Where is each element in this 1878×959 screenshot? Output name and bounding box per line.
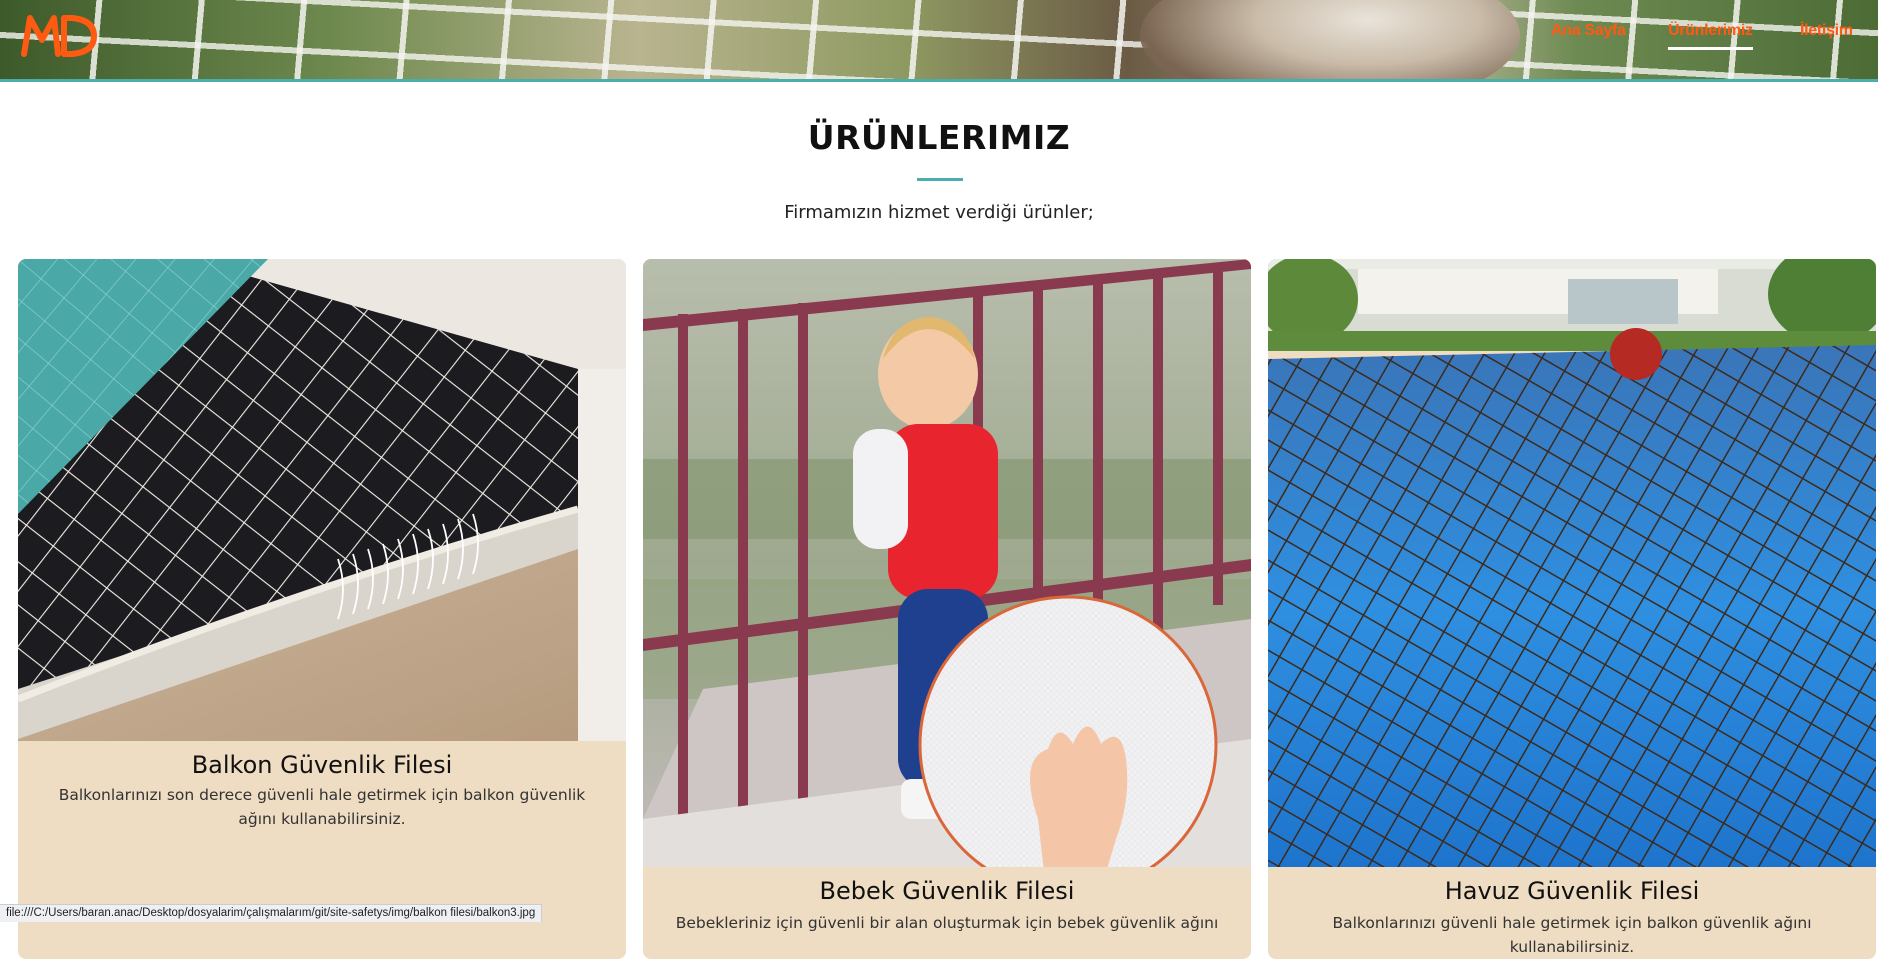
logo[interactable] — [20, 10, 100, 60]
product-title: Havuz Güvenlik Filesi — [1444, 877, 1700, 905]
baby-net-photo — [643, 259, 1251, 867]
product-title: Bebek Güvenlik Filesi — [819, 877, 1075, 905]
browser-status-url: file:///C:/Users/baran.anac/Desktop/dosy… — [0, 904, 543, 922]
product-card-balkon[interactable]: Balkon Güvenlik Filesi Balkonlarınızı so… — [18, 259, 626, 959]
balcony-net-photo — [18, 259, 626, 741]
header-banner: Ana Sayfa Ürünlerimiz İletişim — [0, 0, 1878, 82]
header-cat-image — [1140, 0, 1520, 82]
product-title: Balkon Güvenlik Filesi — [191, 751, 453, 779]
product-card-havuz[interactable]: Havuz Güvenlik Filesi Balkonlarınızı güv… — [1268, 259, 1876, 959]
nav-iletisim[interactable]: İletişim — [1800, 22, 1853, 40]
nav-ana-sayfa[interactable]: Ana Sayfa — [1551, 22, 1626, 40]
header-net-pattern — [0, 0, 1878, 82]
product-description: Balkonlarınızı son derece güvenli hale g… — [58, 786, 586, 828]
product-description: Bebekleriniz için güvenli bir alan oluşt… — [675, 914, 1219, 932]
section-subtitle: Firmamızın hizmet verdiği ürünler; — [784, 202, 1094, 223]
title-underline — [917, 178, 963, 181]
pool-net-photo — [1268, 259, 1876, 867]
product-description: Balkonlarınızı güvenli hale getirmek içi… — [1332, 914, 1812, 956]
header-divider — [0, 79, 1878, 82]
product-card-bebek[interactable]: Bebek Güvenlik Filesi Bebekleriniz için … — [643, 259, 1251, 959]
nav-urunlerimiz[interactable]: Ürünlerimiz — [1668, 22, 1753, 50]
section-title: ÜRÜNLERIMIZ — [807, 118, 1071, 157]
